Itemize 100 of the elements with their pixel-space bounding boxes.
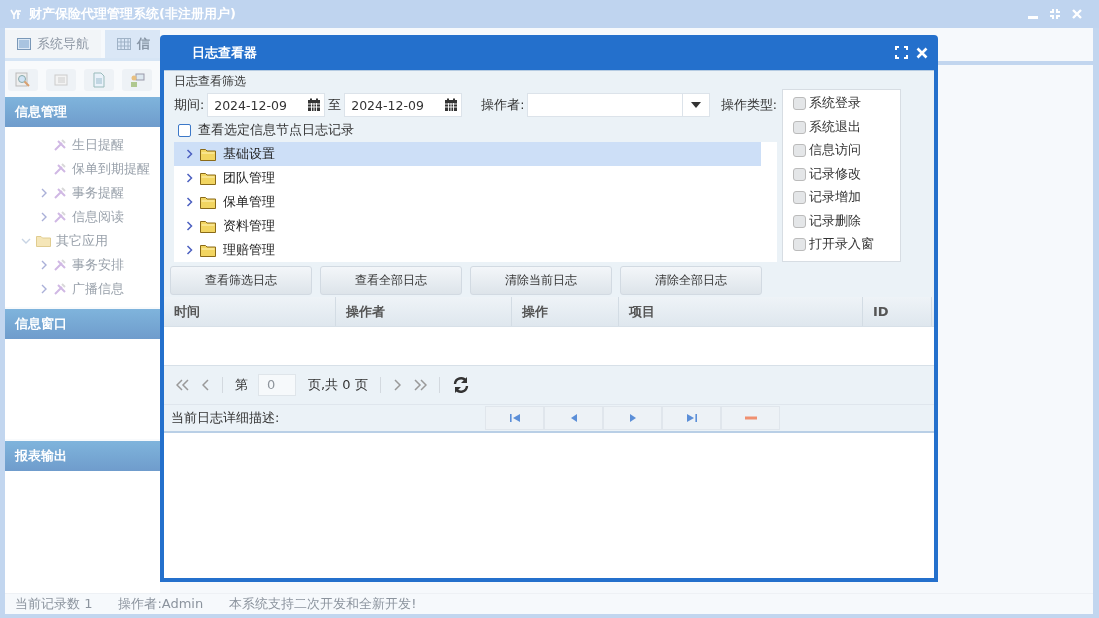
folder-icon xyxy=(36,234,51,247)
checkbox-label: 记录删除 xyxy=(809,212,861,230)
folder-icon xyxy=(200,171,216,185)
checkbox[interactable] xyxy=(793,97,806,111)
tools-icon xyxy=(53,281,67,296)
chevron-right-icon xyxy=(40,187,48,198)
chevron-right-icon xyxy=(40,259,48,270)
column-header[interactable]: ID xyxy=(863,297,932,326)
search-icon xyxy=(15,71,31,88)
first-icon xyxy=(508,413,521,423)
next-record-button[interactable] xyxy=(603,406,662,430)
tree-item[interactable]: 团队管理 xyxy=(174,166,761,190)
document-icon xyxy=(91,71,107,88)
checkbox[interactable] xyxy=(793,191,806,205)
column-header[interactable]: 项目 xyxy=(619,297,863,326)
column-header[interactable]: 操作者 xyxy=(336,297,512,326)
folder-icon xyxy=(200,243,216,257)
monitor-icon xyxy=(17,37,31,50)
group-label: 日志查看筛选 xyxy=(174,73,247,90)
tools-icon xyxy=(53,257,67,272)
tree-label: 团队管理 xyxy=(223,169,275,187)
close-icon[interactable] xyxy=(916,46,928,59)
remove-button[interactable] xyxy=(721,406,780,430)
folder-icon xyxy=(200,219,216,233)
tree-label: 保单到期提醒 xyxy=(72,159,150,178)
tree-item[interactable]: 基础设置 xyxy=(174,142,761,166)
tree-label: 事务安排 xyxy=(72,255,124,274)
operator-label: 操作者: xyxy=(481,96,525,114)
tree-item[interactable]: 理赔管理 xyxy=(174,238,761,262)
tools-icon xyxy=(53,137,67,152)
next-icon xyxy=(628,413,637,423)
last-icon xyxy=(685,413,698,423)
period-label: 期间: xyxy=(174,96,205,114)
last-record-button[interactable] xyxy=(662,406,721,430)
detail-label: 当前日志详细描述: xyxy=(171,409,281,427)
restore-icon[interactable] xyxy=(1049,7,1061,20)
previous-icon xyxy=(569,413,578,423)
column-header[interactable]: 操作 xyxy=(512,297,619,326)
date-field[interactable]: 2024-12-09 xyxy=(344,93,463,117)
user-icon xyxy=(129,71,145,88)
status-text: 当前记录数 1 xyxy=(15,594,93,613)
status-text: 操作者:Admin xyxy=(118,594,204,613)
tree-item[interactable]: 资料管理 xyxy=(174,214,761,238)
fullscreen-icon[interactable] xyxy=(895,46,908,59)
tree-label: 其它应用 xyxy=(56,231,108,250)
tree-label: 资料管理 xyxy=(223,217,275,235)
page-label: 第 xyxy=(235,376,248,394)
checkbox-label: 查看选定信息节点日志记录 xyxy=(198,121,354,139)
action-button[interactable]: 查看全部日志 xyxy=(320,266,462,295)
action-button[interactable]: 清除全部日志 xyxy=(620,266,762,295)
checkbox[interactable] xyxy=(793,238,806,252)
document-button[interactable] xyxy=(84,68,114,91)
first-page-icon[interactable] xyxy=(176,379,190,391)
user-button[interactable] xyxy=(122,68,152,91)
dialog-title: 日志查看器 xyxy=(192,43,257,62)
previous-page-icon[interactable] xyxy=(202,379,210,391)
page-total: 页,共 0 页 xyxy=(308,376,368,394)
chevron-right-icon xyxy=(186,221,193,231)
to-label: 至 xyxy=(328,96,342,114)
grid-icon xyxy=(117,37,131,50)
window-title: 财产保险代理管理系统(非注册用户) xyxy=(29,4,236,23)
next-page-icon[interactable] xyxy=(392,379,401,391)
tree-label: 理赔管理 xyxy=(223,241,275,259)
checkbox-label: 记录修改 xyxy=(809,165,861,183)
chevron-right-icon xyxy=(186,245,193,255)
last-page-icon[interactable] xyxy=(412,379,427,391)
date-field[interactable]: 2024-12-09 xyxy=(207,93,326,117)
column-header[interactable]: 时间 xyxy=(164,297,336,326)
list-icon xyxy=(53,71,69,88)
checkbox[interactable] xyxy=(178,123,191,137)
tree-label: 事务提醒 xyxy=(72,183,124,202)
status-text: 本系统支持二次开发和全新开发! xyxy=(229,594,417,613)
operation-type-label: 操作类型: xyxy=(720,96,777,114)
checkbox-label: 系统退出 xyxy=(809,118,861,136)
refresh-icon[interactable] xyxy=(451,376,470,394)
operator-select[interactable] xyxy=(527,93,711,117)
checkbox[interactable] xyxy=(793,214,806,228)
first-record-button[interactable] xyxy=(485,406,544,430)
chevron-right-icon xyxy=(186,149,193,159)
chevron-right-icon xyxy=(40,211,48,222)
list-button[interactable] xyxy=(46,68,76,91)
tree-label: 信息阅读 xyxy=(72,207,124,226)
checkbox[interactable] xyxy=(793,120,806,134)
tools-icon xyxy=(53,209,67,224)
checkbox[interactable] xyxy=(793,144,806,158)
minus-icon xyxy=(744,416,757,420)
chevron-right-icon xyxy=(40,283,48,294)
tools-icon xyxy=(53,161,67,176)
tree-label: 保单管理 xyxy=(223,193,275,211)
action-button[interactable]: 清除当前日志 xyxy=(470,266,612,295)
tools-icon xyxy=(53,185,67,200)
previous-record-button[interactable] xyxy=(544,406,603,430)
folder-icon xyxy=(200,147,216,161)
chevron-right-icon xyxy=(186,173,193,183)
tree-item[interactable]: 保单管理 xyxy=(174,190,761,214)
checkbox-label: 信息访问 xyxy=(809,142,861,160)
search-button[interactable] xyxy=(8,68,38,91)
checkbox[interactable] xyxy=(793,167,806,181)
chevron-right-icon xyxy=(186,197,193,207)
action-button[interactable]: 查看筛选日志 xyxy=(170,266,312,295)
